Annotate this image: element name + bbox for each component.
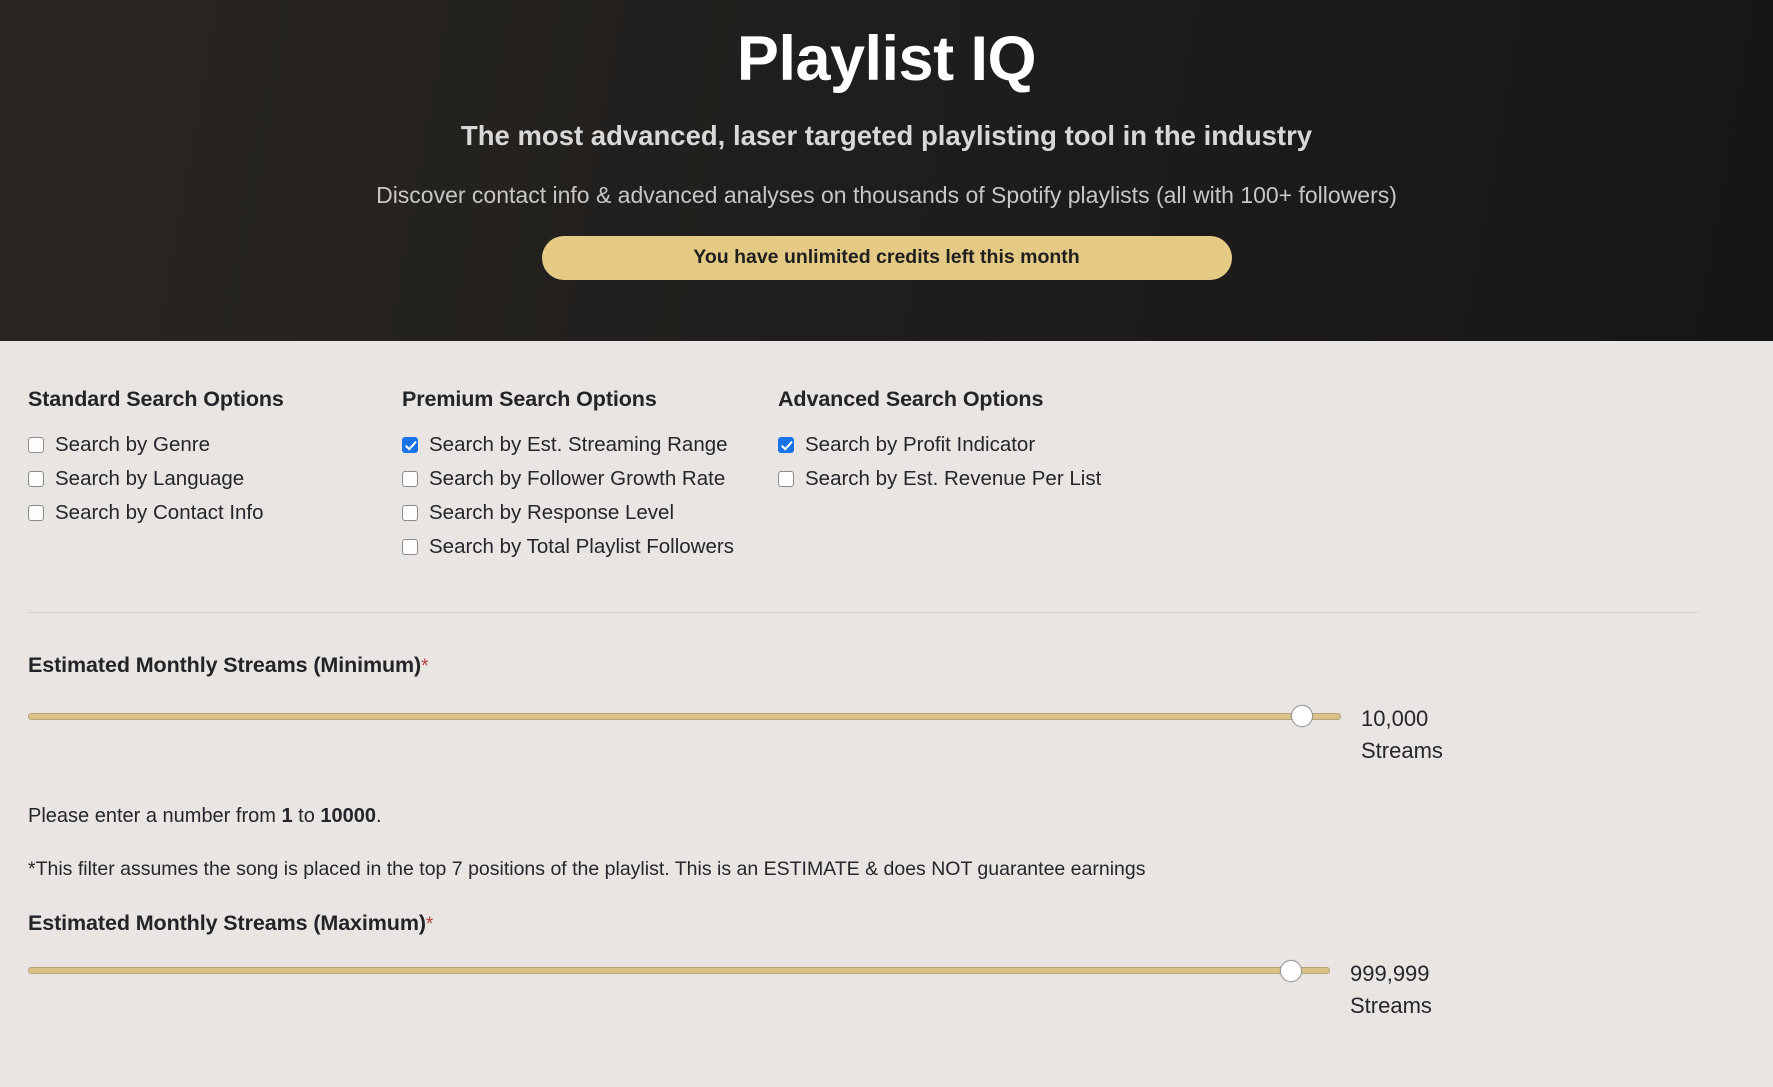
max-streams-slider-row: 999,999 Streams: [28, 958, 1745, 1022]
checkbox-row-search-by-est-streaming-range[interactable]: Search by Est. Streaming Range: [402, 432, 778, 458]
checkbox-row-search-by-est-revenue-per-list[interactable]: Search by Est. Revenue Per List: [778, 466, 1198, 492]
checkbox-search-by-est-streaming-range[interactable]: [402, 437, 418, 453]
checkbox-row-search-by-language[interactable]: Search by Language: [28, 466, 402, 492]
max-streams-slider-track[interactable]: [28, 967, 1330, 975]
min-streams-slider-thumb[interactable]: [1290, 705, 1313, 727]
checkbox-label-search-by-contact-info[interactable]: Search by Contact Info: [55, 502, 264, 524]
min-streams-slider-track[interactable]: [28, 712, 1341, 720]
hero-header: Playlist IQ The most advanced, laser tar…: [0, 0, 1773, 341]
max-streams-required-asterisk: *: [425, 913, 434, 935]
checkbox-search-by-follower-growth-rate[interactable]: [402, 471, 418, 487]
checkbox-row-search-by-genre[interactable]: Search by Genre: [28, 432, 402, 458]
min-streams-slider-row: 10,000 Streams: [28, 703, 1745, 767]
min-streams-unit: Streams: [1361, 737, 1443, 763]
min-streams-help-text: Please enter a number from 1 to 10000.: [28, 805, 1745, 828]
min-streams-required-asterisk: *: [421, 656, 429, 677]
min-streams-value: 10,000: [1361, 706, 1429, 731]
checkbox-row-search-by-profit-indicator[interactable]: Search by Profit Indicator: [778, 432, 1198, 458]
credits-badge-button[interactable]: You have unlimited credits left this mon…: [541, 235, 1232, 280]
max-streams-value: 999,999: [1350, 960, 1430, 986]
advanced-search-options-heading: Advanced Search Options: [778, 387, 1044, 411]
help-range-max: 10000: [320, 804, 377, 827]
min-streams-label: Estimated Monthly Streams (Minimum)*: [28, 653, 1745, 678]
checkbox-search-by-response-level[interactable]: [402, 505, 418, 521]
checkbox-row-search-by-contact-info[interactable]: Search by Contact Info: [28, 500, 402, 526]
help-suffix: .: [376, 804, 382, 827]
min-streams-slider[interactable]: [28, 703, 1341, 729]
max-streams-label-text: Estimated Monthly Streams (Maximum): [28, 910, 426, 935]
checkbox-label-search-by-est-streaming-range[interactable]: Search by Est. Streaming Range: [429, 434, 728, 456]
standard-search-options-heading: Standard Search Options: [28, 387, 284, 411]
checkbox-search-by-contact-info[interactable]: [28, 505, 44, 521]
min-streams-disclaimer: *This filter assumes the song is placed …: [28, 857, 1146, 880]
hero-description: Discover contact info & advanced analyse…: [376, 182, 1397, 209]
max-streams-unit: Streams: [1350, 992, 1432, 1018]
max-streams-slider[interactable]: [28, 958, 1330, 984]
search-options-row: Standard Search Options Search by Genre …: [28, 341, 1745, 594]
checkbox-search-by-profit-indicator[interactable]: [778, 437, 794, 453]
max-streams-label: Estimated Monthly Streams (Maximum)*: [28, 911, 1745, 936]
checkbox-search-by-est-revenue-per-list[interactable]: [778, 471, 794, 487]
premium-search-options-heading: Premium Search Options: [402, 387, 657, 411]
section-divider: [28, 612, 1698, 613]
standard-search-options-column: Standard Search Options Search by Genre …: [28, 387, 402, 568]
search-form: Standard Search Options Search by Genre …: [0, 341, 1773, 1022]
checkbox-label-search-by-response-level[interactable]: Search by Response Level: [429, 502, 674, 524]
checkbox-label-search-by-total-playlist-followers[interactable]: Search by Total Playlist Followers: [429, 536, 734, 558]
min-streams-label-text: Estimated Monthly Streams (Minimum): [28, 653, 422, 677]
help-mid: to: [292, 804, 321, 827]
checkbox-row-search-by-follower-growth-rate[interactable]: Search by Follower Growth Rate: [402, 466, 778, 492]
checkbox-label-search-by-profit-indicator[interactable]: Search by Profit Indicator: [805, 434, 1035, 456]
checkbox-label-search-by-est-revenue-per-list[interactable]: Search by Est. Revenue Per List: [805, 468, 1101, 490]
checkbox-label-search-by-language[interactable]: Search by Language: [55, 468, 244, 490]
checkbox-row-search-by-total-playlist-followers[interactable]: Search by Total Playlist Followers: [402, 534, 778, 560]
hero-subtitle: The most advanced, laser targeted playli…: [460, 120, 1313, 152]
checkbox-search-by-language[interactable]: [28, 471, 44, 487]
min-streams-value-display: 10,000 Streams: [1361, 703, 1443, 767]
page-title: Playlist IQ: [736, 24, 1037, 94]
checkbox-label-search-by-genre[interactable]: Search by Genre: [55, 434, 210, 456]
premium-search-options-column: Premium Search Options Search by Est. St…: [402, 387, 778, 568]
max-streams-value-display: 999,999 Streams: [1350, 958, 1432, 1022]
help-prefix: Please enter a number from: [28, 804, 282, 827]
max-streams-slider-thumb[interactable]: [1279, 959, 1302, 982]
checkbox-search-by-total-playlist-followers[interactable]: [402, 539, 418, 555]
help-range-min: 1: [281, 804, 293, 827]
checkbox-label-search-by-follower-growth-rate[interactable]: Search by Follower Growth Rate: [429, 468, 725, 490]
checkbox-row-search-by-response-level[interactable]: Search by Response Level: [402, 500, 778, 526]
advanced-search-options-column: Advanced Search Options Search by Profit…: [778, 387, 1198, 568]
checkbox-search-by-genre[interactable]: [28, 437, 44, 453]
